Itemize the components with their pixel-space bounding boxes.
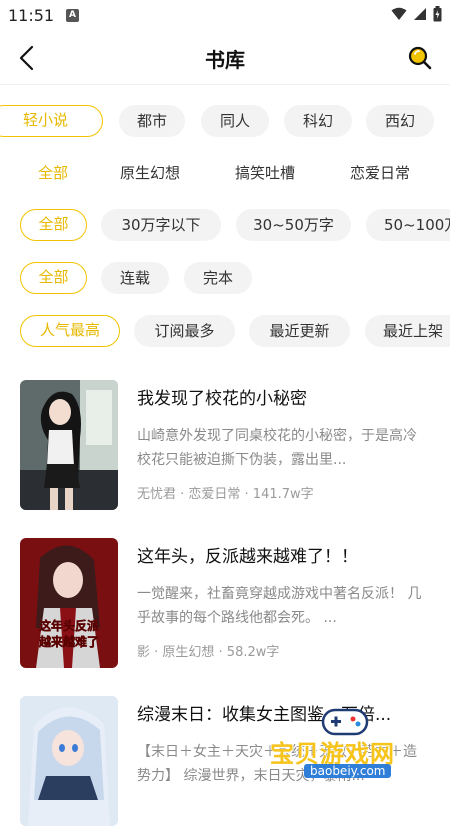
status-completed[interactable]: 完本 [184,262,252,294]
category-filter-row: 轻小说 都市 同人 科幻 西幻 [0,103,450,139]
notification-app-icon: A [66,9,79,22]
book-cover-illustration: 这年头反派 越来越难了 [20,538,118,668]
status-filter-row: 全部 连载 完本 [0,260,450,296]
book-cover-illustration [20,380,118,510]
status-bar: 11:51 A [0,0,450,32]
word-count-all[interactable]: 全部 [20,209,87,241]
sort-recently-updated[interactable]: 最近更新 [249,315,350,347]
watermark-url: baobeiy.com [304,764,392,778]
book-description: 一觉醒来，社畜竟穿越成游戏中著名反派！ 几乎故事的每个路线他都会死。 ... [137,586,422,626]
subcategory-filter-row: 全部 原生幻想 搞笑吐槽 恋爱日常 [0,155,450,191]
battery-icon [433,6,442,22]
category-chip-light-novel[interactable]: 轻小说 [0,105,103,137]
status-time: 11:51 [8,6,55,25]
book-meta: 无忧君 · 恋爱日常 · 141.7w字 [137,487,314,502]
book-title: 我发现了校花的小秘密 [137,389,307,409]
sort-filter-row: 人气最高 订阅最多 最近更新 最近上架 [0,313,450,349]
subcategory-original-fantasy[interactable]: 原生幻想 [120,157,180,189]
word-count-300k-500k[interactable]: 30~50万字 [236,209,351,241]
book-cover[interactable]: 这年头反派 越来越难了 [20,538,118,668]
category-chip-western-fantasy[interactable]: 西幻 [366,105,434,137]
cover-title-line-1: 这年头反派 [39,618,100,633]
sort-most-popular[interactable]: 人气最高 [20,315,120,347]
book-title: 这年头，反派越来越难了！！ [137,547,358,567]
status-icons [391,6,442,22]
status-serializing[interactable]: 连载 [101,262,169,294]
cover-title-line-2: 越来越难了 [38,634,99,649]
subcategory-romance-daily[interactable]: 恋爱日常 [350,157,410,189]
status-all[interactable]: 全部 [20,262,87,294]
category-chip-scifi[interactable]: 科幻 [284,105,352,137]
category-chip-fanfic[interactable]: 同人 [201,105,269,137]
word-count-under-300k[interactable]: 30万字以下 [101,209,221,241]
book-list-item[interactable]: 我发现了校花的小秘密 山崎意外发现了同桌校花的小秘密，于是高冷校花只能被迫撕下伪… [20,380,430,510]
book-cover[interactable] [20,380,118,510]
page-title: 书库 [205,48,245,72]
word-count-500k-1m[interactable]: 50~100万 [366,209,450,241]
subcategory-all[interactable]: 全部 [38,157,68,189]
cellular-icon [414,8,426,20]
search-icon [408,46,432,70]
subcategory-comedy[interactable]: 搞笑吐槽 [235,157,295,189]
book-list-item[interactable]: 这年头反派 越来越难了 这年头，反派越来越难了！！ 一觉醒来，社畜竟穿越成游戏中… [20,538,430,668]
gamepad-icon [321,708,369,736]
book-cover-illustration [20,696,118,826]
search-button[interactable] [406,44,434,72]
book-meta: 影 · 原生幻想 · 58.2w字 [137,645,280,660]
app-header: 书库 [0,32,450,85]
word-count-filter-row: 全部 30万字以下 30~50万字 50~100万 [0,207,450,243]
category-chip-urban[interactable]: 都市 [119,105,185,137]
site-watermark: 宝贝游戏网 baobeiy.com [268,700,448,788]
book-cover[interactable] [20,696,118,826]
book-description: 山崎意外发现了同桌校花的小秘密，于是高冷校花只能被迫撕下伪装，露出里... [137,428,417,468]
sort-recently-listed[interactable]: 最近上架 [365,315,450,347]
sort-most-subscribed[interactable]: 订阅最多 [134,315,235,347]
wifi-icon [391,7,407,20]
